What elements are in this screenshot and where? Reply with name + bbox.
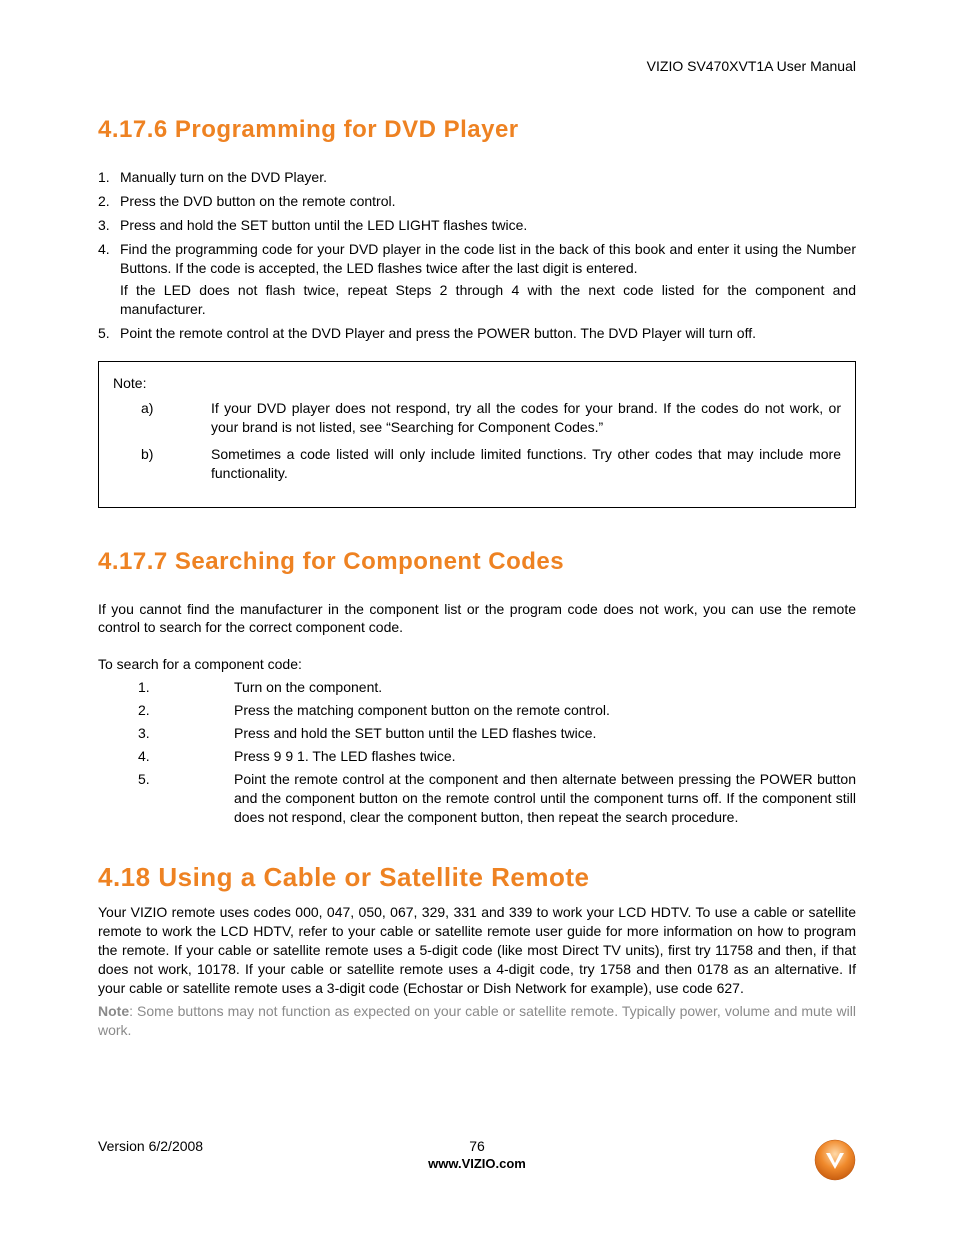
note-item: b) Sometimes a code listed will only inc…: [113, 445, 841, 483]
note-text: If your DVD player does not respond, try…: [211, 399, 841, 437]
footer-url: www.VIZIO.com: [98, 1156, 856, 1171]
list-marker: 2.: [98, 701, 234, 720]
list-text: Press the DVD button on the remote contr…: [120, 192, 856, 211]
list-text: Press and hold the SET button until the …: [120, 216, 856, 235]
note-item: a) If your DVD player does not respond, …: [113, 399, 841, 437]
list-text-main: Find the programming code for your DVD p…: [120, 241, 856, 276]
list-marker: 5.: [98, 770, 234, 827]
note-label: Note: [98, 1003, 129, 1019]
list-marker: 2.: [98, 192, 120, 211]
list-item: 4. Find the programming code for your DV…: [98, 240, 856, 320]
list-text: Point the remote control at the DVD Play…: [120, 324, 856, 343]
note-marker: a): [113, 399, 211, 437]
list-text: Press and hold the SET button until the …: [234, 724, 856, 743]
cable-body: Your VIZIO remote uses codes 000, 047, 0…: [98, 903, 856, 997]
list-item: 4. Press 9 9 1. The LED flashes twice.: [98, 747, 856, 766]
list-marker: 4.: [98, 747, 234, 766]
list-marker: 1.: [98, 168, 120, 187]
list-item: 1. Turn on the component.: [98, 678, 856, 697]
heading-cable-satellite: 4.18 Using a Cable or Satellite Remote: [98, 862, 856, 893]
header-product-line: VIZIO SV470XVT1A User Manual: [98, 58, 856, 74]
list-item: 1. Manually turn on the DVD Player.: [98, 168, 856, 187]
list-text: Press the matching component button on t…: [234, 701, 856, 720]
list-text: Point the remote control at the componen…: [234, 770, 856, 827]
note-title: Note:: [113, 374, 841, 393]
list-marker: 3.: [98, 216, 120, 235]
note-text: : Some buttons may not function as expec…: [98, 1003, 856, 1038]
list-text: Press 9 9 1. The LED flashes twice.: [234, 747, 856, 766]
list-item: 3. Press and hold the SET button until t…: [98, 216, 856, 235]
list-marker: 3.: [98, 724, 234, 743]
vizio-logo-icon: [814, 1139, 856, 1181]
searching-intro: If you cannot find the manufacturer in t…: [98, 600, 856, 638]
searching-lead: To search for a component code:: [98, 655, 856, 674]
list-text: Manually turn on the DVD Player.: [120, 168, 856, 187]
dvd-steps-list: 1. Manually turn on the DVD Player. 2. P…: [98, 168, 856, 343]
page-footer: Version 6/2/2008 76 . www.VIZIO.com: [98, 1138, 856, 1171]
list-item: 3. Press and hold the SET button until t…: [98, 724, 856, 743]
heading-searching-codes: 4.17.7 Searching for Component Codes: [98, 548, 856, 576]
list-item: 5. Point the remote control at the DVD P…: [98, 324, 856, 343]
footer-page-number: 76: [98, 1138, 856, 1154]
searching-steps-list: 1. Turn on the component. 2. Press the m…: [98, 678, 856, 826]
list-item: 2. Press the DVD button on the remote co…: [98, 192, 856, 211]
note-marker: b): [113, 445, 211, 483]
list-marker: 1.: [98, 678, 234, 697]
heading-programming-dvd: 4.17.6 Programming for DVD Player: [98, 116, 856, 144]
page-container: VIZIO SV470XVT1A User Manual 4.17.6 Prog…: [0, 0, 954, 1235]
list-text: Turn on the component.: [234, 678, 856, 697]
note-list: a) If your DVD player does not respond, …: [113, 399, 841, 483]
list-text: Find the programming code for your DVD p…: [120, 240, 856, 320]
cable-note: Note: Some buttons may not function as e…: [98, 1002, 856, 1040]
note-text: Sometimes a code listed will only includ…: [211, 445, 841, 483]
list-text-sub: If the LED does not flash twice, repeat …: [120, 281, 856, 319]
list-item: 2. Press the matching component button o…: [98, 701, 856, 720]
list-item: 5. Point the remote control at the compo…: [98, 770, 856, 827]
note-box: Note: a) If your DVD player does not res…: [98, 361, 856, 507]
footer-row: Version 6/2/2008 76 .: [98, 1138, 856, 1154]
list-marker: 4.: [98, 240, 120, 320]
list-marker: 5.: [98, 324, 120, 343]
